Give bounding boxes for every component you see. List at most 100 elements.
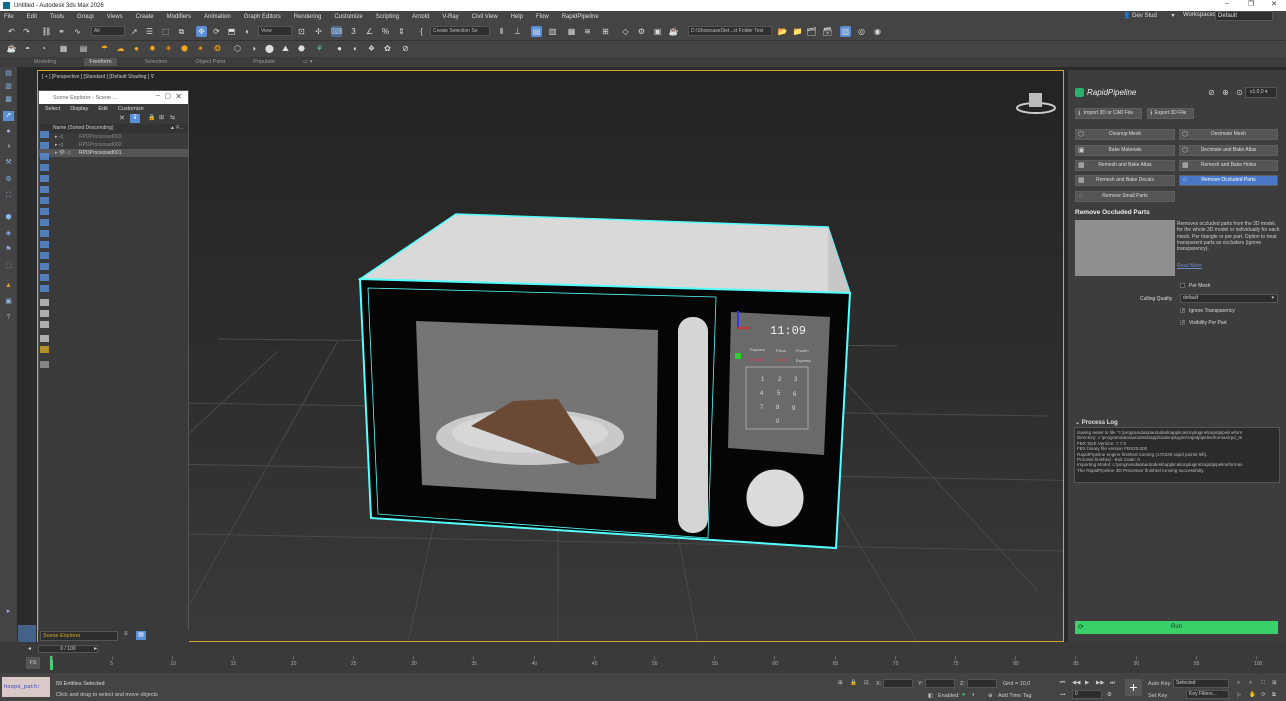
close-icon[interactable]: ✕ — [175, 92, 182, 101]
utilities-panel-icon[interactable]: ⚒ — [3, 158, 14, 168]
menu-vray[interactable]: V-Ray — [442, 14, 458, 20]
read-more-link[interactable]: Read More — [1177, 263, 1202, 269]
window-crossing-icon[interactable]: ⧉ — [176, 26, 187, 37]
menu-flow[interactable]: Flow — [536, 14, 549, 20]
modify-panel-icon[interactable]: ▥ — [3, 82, 14, 92]
perspective-viewport[interactable]: [ + ] [Perspective ] [Standard ] [Defaul… — [37, 70, 1064, 642]
material-editor-icon[interactable]: ◇ — [620, 26, 631, 37]
filter-hidden-icon[interactable] — [40, 252, 49, 259]
ribbon-options-icon[interactable]: ▭ ▾ — [303, 59, 313, 65]
selection-set-select[interactable]: Create Selection Se — [430, 26, 490, 36]
field-of-view-icon[interactable]: ▷ — [1237, 692, 1241, 698]
vray-proxy-icon[interactable]: ⬡ — [232, 43, 243, 54]
vray-toon-icon[interactable]: ✿ — [382, 43, 393, 54]
filter-all-icon[interactable] — [40, 263, 49, 270]
snaps-icon[interactable]: 3 — [348, 26, 359, 37]
process-log-header[interactable]: ⌄ Process Log — [1075, 419, 1118, 426]
move-icon[interactable]: ✥ — [196, 26, 207, 37]
prev-key-icon[interactable]: ◀◀ — [1072, 680, 1080, 686]
filter-bones-icon[interactable] — [40, 219, 49, 226]
expand-icon[interactable]: ▸ — [3, 607, 14, 617]
se-menu-edit[interactable]: Edit — [98, 106, 107, 112]
menu-rendering[interactable]: Rendering — [294, 14, 322, 20]
next-frame-icon[interactable]: ▸ — [94, 645, 97, 652]
selection-filter-select[interactable]: All — [91, 26, 125, 36]
layer-icon[interactable]: ≡ — [124, 631, 128, 637]
vray-material-icon[interactable]: ◐ — [350, 43, 361, 54]
help-icon[interactable]: ? — [3, 313, 14, 323]
y-coordinate-field[interactable] — [925, 679, 955, 688]
account-icon[interactable]: ⊕ — [1221, 88, 1230, 97]
minimize-icon[interactable]: – — [156, 92, 160, 99]
vray-render-icon[interactable]: ◉ — [872, 26, 883, 37]
tools-b-icon[interactable]: ⛶ — [3, 191, 14, 201]
auto-key-button[interactable]: Auto Key — [1148, 681, 1170, 687]
teapot-icon[interactable]: ☕ — [6, 43, 17, 54]
clear-search-icon[interactable]: ✕ — [119, 114, 125, 122]
vray-asset-editor-icon[interactable]: ▤ — [78, 43, 89, 54]
display-selected-icon[interactable] — [40, 346, 49, 353]
vray-camera-icon[interactable]: ◓ — [22, 43, 33, 54]
enabled-toggle-icon[interactable]: ● — [962, 692, 965, 698]
door-handle[interactable] — [678, 317, 708, 533]
menu-group[interactable]: Group — [77, 14, 94, 20]
project-folder-icon[interactable]: 🗃 — [822, 26, 833, 37]
prev-frame-icon[interactable]: ◂ — [28, 645, 31, 652]
lock-selection-icon[interactable]: 🔒 — [850, 680, 857, 686]
display-filter-icon[interactable] — [40, 335, 49, 342]
filter-shapes-icon[interactable] — [40, 142, 49, 149]
filter-xrefs-icon[interactable] — [40, 208, 49, 215]
expand-arrow-icon[interactable]: ▸ ◁ — [55, 133, 63, 141]
user-account[interactable]: 👤 Dev Stud ▾ — [1123, 12, 1175, 19]
import-file-button[interactable]: ⭳ Import 3D or CAD File — [1075, 108, 1142, 119]
tools-d-icon[interactable]: ◈ — [3, 229, 14, 239]
key-filters-button[interactable]: Key Filters... — [1186, 690, 1229, 699]
run-button[interactable]: ⟳ Run — [1075, 621, 1278, 634]
display-panel-icon[interactable]: ◑ — [3, 142, 14, 152]
angle-snap-icon[interactable]: ∠ — [364, 26, 375, 37]
select-object-icon[interactable]: ➚ — [129, 26, 140, 37]
remove-occluded-parts-button[interactable]: ⁘ Remove Occluded Parts — [1179, 175, 1278, 186]
orbit-icon[interactable]: ⟳ — [1261, 692, 1266, 698]
pivot-icon[interactable]: ⊡ — [296, 26, 307, 37]
filter-icon[interactable]: ⊽ — [130, 114, 140, 123]
se-menu-select[interactable]: Select — [45, 106, 60, 112]
vray-material-lib-icon[interactable]: ❖ — [366, 43, 377, 54]
maximize-icon[interactable]: ❐ — [1240, 0, 1262, 11]
tab-populate[interactable]: Populate — [253, 59, 275, 65]
tab-modeling[interactable]: Modeling — [34, 59, 56, 65]
select-by-name-icon[interactable]: ☰ — [144, 26, 155, 37]
workspace-select[interactable]: Default — [1215, 11, 1273, 21]
menu-customize[interactable]: Customize — [334, 14, 362, 20]
tab-freeform[interactable]: Freeform — [84, 58, 117, 66]
remesh-bake-holes-button[interactable]: ▦ Remesh and Bake Holes — [1179, 160, 1278, 171]
reference-coord-select[interactable]: View — [258, 26, 292, 36]
scene-explorer-selector[interactable]: Scene Explorer — [40, 631, 118, 641]
minimize-icon[interactable]: – — [1216, 0, 1238, 11]
list-item[interactable]: ▸ ◁ RPDProcessed003 — [39, 133, 188, 141]
viewport-layout-icon[interactable] — [18, 625, 36, 643]
vray-ambient-light-icon[interactable]: ✹ — [147, 43, 158, 54]
filter-invert-icon[interactable] — [40, 285, 49, 292]
redo-icon[interactable]: ↷ — [21, 26, 32, 37]
project-folder-select[interactable]: D:\ShowcaseDiet...ct Folder Test — [688, 26, 772, 36]
scale-icon[interactable]: ⬒ — [226, 26, 237, 37]
go-to-start-icon[interactable]: ⏮ — [1060, 680, 1065, 687]
zoom-all-icon[interactable]: ⌕ — [1249, 680, 1252, 687]
vray-sky-icon[interactable]: ❂ — [212, 43, 223, 54]
viewcube-icon[interactable] — [1016, 93, 1056, 114]
zoom-icon[interactable]: ⌕ — [1237, 680, 1240, 687]
menu-civil-view[interactable]: Civil View — [472, 14, 498, 20]
ignore-transparency-checkbox[interactable]: ✓ Ignore Transparency — [1180, 308, 1235, 314]
hierarchy-panel-icon[interactable]: ▦ — [3, 95, 14, 105]
remesh-bake-decals-button[interactable]: ▦ Remesh and Bake Decals — [1075, 175, 1175, 186]
select-tool-icon[interactable]: ➚ — [3, 111, 14, 121]
align-icon[interactable]: ⊥ — [512, 26, 523, 37]
project-settings-icon[interactable]: 🗂 — [806, 26, 817, 37]
key-set-select[interactable]: Selected — [1173, 679, 1229, 688]
maxscript-listener[interactable]: hoops_path: — [2, 677, 50, 697]
current-frame-field[interactable]: 0 — [1072, 690, 1102, 699]
tab-selection[interactable]: Selection — [145, 59, 168, 65]
filter-containers-icon[interactable] — [40, 230, 49, 237]
rendered-frame-window-icon[interactable]: ▣ — [652, 26, 663, 37]
